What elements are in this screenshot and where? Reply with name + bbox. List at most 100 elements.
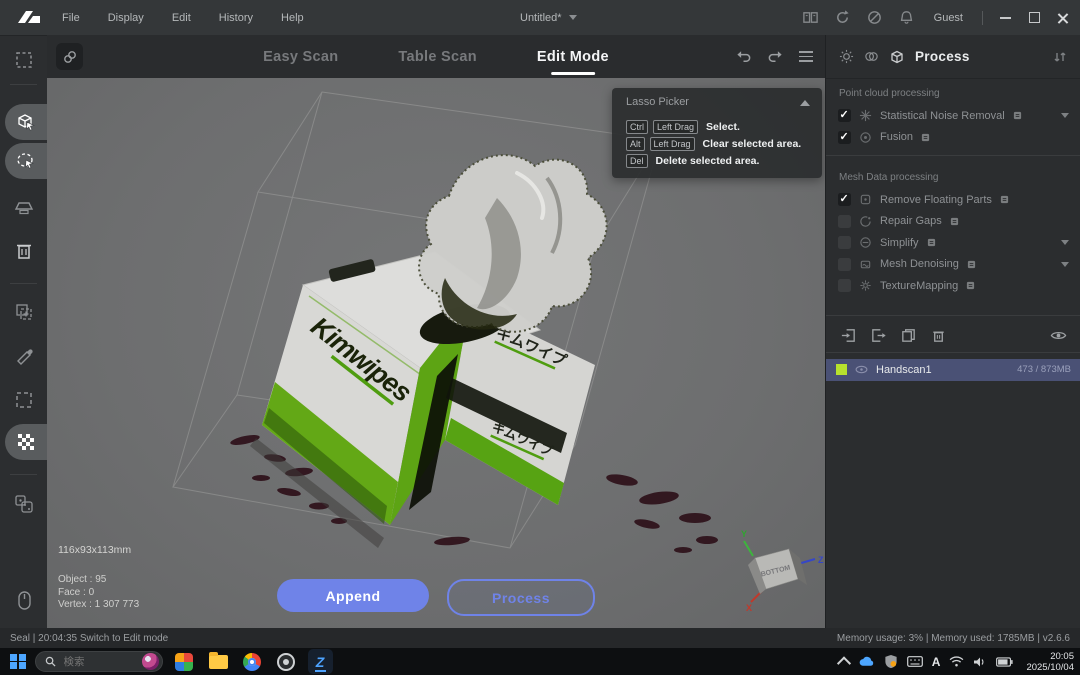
process-button[interactable]: Process: [447, 579, 595, 616]
note-icon[interactable]: [967, 260, 976, 269]
tab-easy-scan[interactable]: Easy Scan: [261, 49, 340, 65]
document-title[interactable]: Untitled*: [520, 0, 577, 35]
collapse-icon[interactable]: [800, 100, 810, 106]
checkbox-checked[interactable]: [838, 193, 851, 206]
feedback-icon[interactable]: [866, 9, 883, 26]
compare-icon[interactable]: [864, 49, 879, 64]
lasso-select-tool[interactable]: [5, 143, 47, 179]
clock-time: 20:05: [1026, 651, 1074, 662]
process-row-fusion[interactable]: Fusion: [826, 127, 1080, 149]
sort-icon[interactable]: [1053, 50, 1067, 64]
tab-edit-mode[interactable]: Edit Mode: [535, 49, 611, 65]
object-row-handscan1[interactable]: Handscan1 473 / 873MB: [826, 359, 1080, 381]
search-highlight-image[interactable]: [142, 653, 159, 670]
windows-taskbar: Z A: [0, 648, 1080, 675]
maximize-button[interactable]: [1027, 11, 1041, 25]
manual-icon[interactable]: [802, 9, 819, 26]
menu-icon[interactable]: [799, 51, 813, 62]
minimize-button[interactable]: [998, 11, 1012, 25]
process-row-simplify[interactable]: Simplify: [826, 232, 1080, 254]
tab-table-scan[interactable]: Table Scan: [396, 49, 478, 65]
checkbox-checked[interactable]: [838, 131, 851, 144]
append-button[interactable]: Append: [277, 579, 429, 612]
menu-edit[interactable]: Edit: [172, 12, 191, 24]
bell-icon[interactable]: [898, 9, 915, 26]
nav-gizmo[interactable]: BOTTOM Y Z X: [741, 529, 824, 613]
object-color-swatch[interactable]: [836, 364, 847, 375]
menu-history[interactable]: History: [219, 12, 253, 24]
checkbox-unchecked[interactable]: [838, 258, 851, 271]
delete-tool[interactable]: [0, 238, 47, 264]
sync-icon[interactable]: [834, 9, 851, 26]
brightness-icon[interactable]: [839, 49, 854, 64]
chevron-down-icon[interactable]: [1061, 262, 1069, 267]
taskbar-clock[interactable]: 20:05 2025/10/04: [1026, 651, 1074, 673]
mouse-settings-tool[interactable]: [0, 588, 47, 614]
note-icon[interactable]: [1000, 195, 1009, 204]
taskbar-app-scanner-active[interactable]: Z: [308, 649, 333, 674]
taskbar-app-chrome[interactable]: [240, 649, 265, 674]
checkerboard-tool[interactable]: [5, 424, 47, 460]
ime-indicator[interactable]: A: [932, 655, 941, 669]
process-row-noise-removal[interactable]: Statistical Noise Removal: [826, 105, 1080, 127]
onedrive-icon[interactable]: [858, 656, 875, 668]
checkerboard-icon: [16, 432, 36, 452]
pen-tool[interactable]: [0, 342, 47, 368]
chevron-down-icon[interactable]: [1061, 240, 1069, 245]
menu-help[interactable]: Help: [281, 12, 304, 24]
note-icon[interactable]: [921, 133, 930, 142]
cube-icon[interactable]: [889, 49, 905, 65]
process-row-remove-floating[interactable]: Remove Floating Parts: [826, 189, 1080, 211]
plane-tool[interactable]: [0, 194, 47, 220]
dice-tool[interactable]: [0, 491, 47, 517]
security-icon[interactable]: [884, 654, 898, 669]
taskbar-search[interactable]: [35, 651, 163, 672]
speaker-icon[interactable]: [973, 656, 987, 668]
process-row-texture-mapping[interactable]: TextureMapping: [826, 275, 1080, 297]
note-icon[interactable]: [966, 281, 975, 290]
taskbar-app-camera[interactable]: [274, 649, 299, 674]
close-button[interactable]: [1056, 11, 1070, 25]
search-input[interactable]: [62, 655, 136, 669]
key-chip: Ctrl: [626, 120, 648, 134]
process-row-repair-gaps[interactable]: Repair Gaps: [826, 211, 1080, 233]
redo-icon[interactable]: [767, 48, 784, 65]
app-window: File Display Edit History Help Untitled*: [0, 0, 1080, 675]
region-select-tool[interactable]: [0, 387, 47, 413]
repair-gaps-icon: [859, 215, 872, 228]
process-row-mesh-denoising[interactable]: Mesh Denoising: [826, 254, 1080, 276]
duplicate-tool[interactable]: [0, 299, 47, 325]
cube-select-tool[interactable]: [5, 104, 47, 140]
import-icon[interactable]: [840, 327, 857, 344]
checkbox-unchecked[interactable]: [838, 236, 851, 249]
menu-display[interactable]: Display: [108, 12, 144, 24]
battery-icon[interactable]: [996, 657, 1013, 667]
undo-icon[interactable]: [735, 48, 752, 65]
menu-file[interactable]: File: [62, 12, 80, 24]
wifi-icon[interactable]: [949, 656, 964, 667]
delete-icon[interactable]: [930, 327, 947, 344]
link-button[interactable]: [56, 43, 83, 70]
tray-expand-icon[interactable]: [837, 656, 851, 670]
viewport-3d[interactable]: Kimwipes キムワイプ キムワイプ: [47, 78, 825, 628]
rect-select-tool[interactable]: [0, 47, 47, 73]
export-icon[interactable]: [870, 327, 887, 344]
note-icon[interactable]: [950, 217, 959, 226]
checkbox-checked[interactable]: [838, 109, 851, 122]
duplicate-icon[interactable]: [900, 327, 917, 344]
checkbox-unchecked[interactable]: [838, 279, 851, 292]
chevron-down-icon[interactable]: [1061, 113, 1069, 118]
checkbox-unchecked[interactable]: [838, 215, 851, 228]
clock-date: 2025/10/04: [1026, 662, 1074, 673]
start-button[interactable]: [10, 654, 26, 670]
visibility-icon[interactable]: [1050, 329, 1067, 342]
keyboard-icon[interactable]: [907, 656, 923, 667]
taskbar-app-office[interactable]: [172, 649, 197, 674]
title-bar: File Display Edit History Help Untitled*: [0, 0, 1080, 35]
shortcut-row: Del Delete selected area.: [626, 154, 759, 168]
note-icon[interactable]: [927, 238, 936, 247]
dice-icon: [13, 493, 35, 515]
note-icon[interactable]: [1013, 111, 1022, 120]
taskbar-app-explorer[interactable]: [206, 649, 231, 674]
user-account[interactable]: Guest: [934, 12, 963, 24]
